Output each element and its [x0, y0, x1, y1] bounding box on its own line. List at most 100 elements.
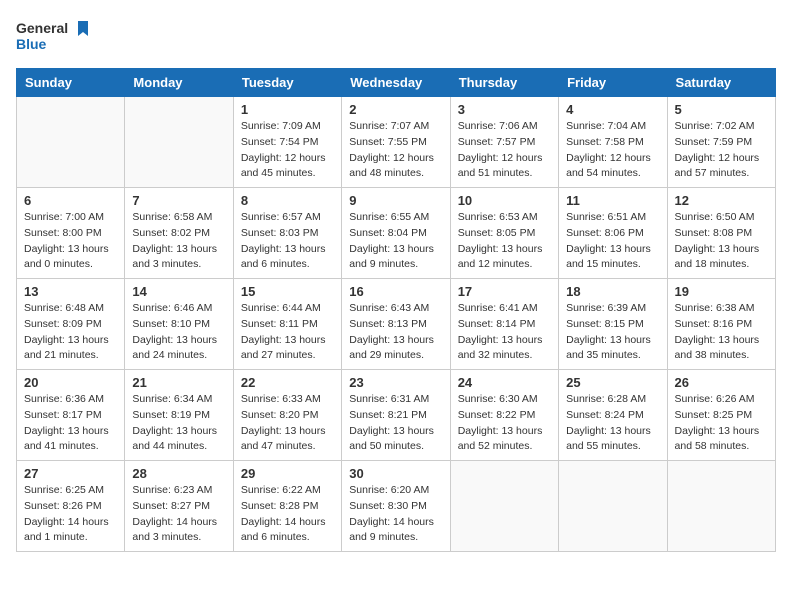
- logo: GeneralBlue: [16, 16, 96, 56]
- header: GeneralBlue: [16, 16, 776, 56]
- calendar-cell: 13 Sunrise: 6:48 AM Sunset: 8:09 PM Dayli…: [17, 279, 125, 370]
- calendar-cell: [17, 97, 125, 188]
- logo-svg: GeneralBlue: [16, 16, 96, 56]
- day-number: 14: [132, 284, 225, 299]
- calendar-cell: [559, 461, 667, 552]
- calendar-cell: 7 Sunrise: 6:58 AM Sunset: 8:02 PM Daylig…: [125, 188, 233, 279]
- calendar-cell: 30 Sunrise: 6:20 AM Sunset: 8:30 PM Dayli…: [342, 461, 450, 552]
- day-number: 15: [241, 284, 334, 299]
- day-info: Sunrise: 6:36 AM Sunset: 8:17 PM Dayligh…: [24, 392, 117, 455]
- day-info: Sunrise: 6:34 AM Sunset: 8:19 PM Dayligh…: [132, 392, 225, 455]
- day-number: 19: [675, 284, 768, 299]
- day-number: 16: [349, 284, 442, 299]
- calendar-cell: 17 Sunrise: 6:41 AM Sunset: 8:14 PM Dayli…: [450, 279, 558, 370]
- day-number: 5: [675, 102, 768, 117]
- day-number: 24: [458, 375, 551, 390]
- day-number: 1: [241, 102, 334, 117]
- calendar-cell: 5 Sunrise: 7:02 AM Sunset: 7:59 PM Daylig…: [667, 97, 775, 188]
- day-info: Sunrise: 6:41 AM Sunset: 8:14 PM Dayligh…: [458, 301, 551, 364]
- calendar-cell: 11Sunrise: 6:51 AM Sunset: 8:06 PM Dayli…: [559, 188, 667, 279]
- day-info: Sunrise: 6:31 AM Sunset: 8:21 PM Dayligh…: [349, 392, 442, 455]
- day-info: Sunrise: 7:07 AM Sunset: 7:55 PM Dayligh…: [349, 119, 442, 182]
- day-info: Sunrise: 6:25 AM Sunset: 8:26 PM Dayligh…: [24, 483, 117, 546]
- col-header-wednesday: Wednesday: [342, 69, 450, 97]
- col-header-thursday: Thursday: [450, 69, 558, 97]
- calendar-week-4: 20Sunrise: 6:36 AM Sunset: 8:17 PM Dayli…: [17, 370, 776, 461]
- day-number: 27: [24, 466, 117, 481]
- calendar-cell: 2 Sunrise: 7:07 AM Sunset: 7:55 PM Daylig…: [342, 97, 450, 188]
- calendar-cell: [667, 461, 775, 552]
- day-number: 26: [675, 375, 768, 390]
- day-info: Sunrise: 6:57 AM Sunset: 8:03 PM Dayligh…: [241, 210, 334, 273]
- calendar-cell: 29 Sunrise: 6:22 AM Sunset: 8:28 PM Dayli…: [233, 461, 341, 552]
- day-info: Sunrise: 6:43 AM Sunset: 8:13 PM Dayligh…: [349, 301, 442, 364]
- day-info: Sunrise: 6:22 AM Sunset: 8:28 PM Dayligh…: [241, 483, 334, 546]
- col-header-friday: Friday: [559, 69, 667, 97]
- calendar-cell: 10 Sunrise: 6:53 AM Sunset: 8:05 PM Dayli…: [450, 188, 558, 279]
- calendar-cell: 19 Sunrise: 6:38 AM Sunset: 8:16 PM Dayli…: [667, 279, 775, 370]
- day-info: Sunrise: 6:46 AM Sunset: 8:10 PM Dayligh…: [132, 301, 225, 364]
- calendar-cell: 3 Sunrise: 7:06 AM Sunset: 7:57 PM Daylig…: [450, 97, 558, 188]
- day-number: 29: [241, 466, 334, 481]
- day-number: 4: [566, 102, 659, 117]
- day-number: 23: [349, 375, 442, 390]
- col-header-monday: Monday: [125, 69, 233, 97]
- day-number: 2: [349, 102, 442, 117]
- calendar-cell: 16 Sunrise: 6:43 AM Sunset: 8:13 PM Dayli…: [342, 279, 450, 370]
- svg-text:General: General: [16, 20, 68, 36]
- calendar-cell: 23 Sunrise: 6:31 AM Sunset: 8:21 PM Dayli…: [342, 370, 450, 461]
- day-info: Sunrise: 6:50 AM Sunset: 8:08 PM Dayligh…: [675, 210, 768, 273]
- day-number: 25: [566, 375, 659, 390]
- calendar-cell: 9 Sunrise: 6:55 AM Sunset: 8:04 PM Daylig…: [342, 188, 450, 279]
- calendar-cell: [125, 97, 233, 188]
- col-header-saturday: Saturday: [667, 69, 775, 97]
- day-number: 8: [241, 193, 334, 208]
- calendar-week-1: 1 Sunrise: 7:09 AM Sunset: 7:54 PM Daylig…: [17, 97, 776, 188]
- day-info: Sunrise: 6:28 AM Sunset: 8:24 PM Dayligh…: [566, 392, 659, 455]
- calendar-cell: 20Sunrise: 6:36 AM Sunset: 8:17 PM Dayli…: [17, 370, 125, 461]
- day-number: 30: [349, 466, 442, 481]
- col-header-tuesday: Tuesday: [233, 69, 341, 97]
- day-number: 7: [132, 193, 225, 208]
- calendar-cell: 25 Sunrise: 6:28 AM Sunset: 8:24 PM Dayli…: [559, 370, 667, 461]
- day-info: Sunrise: 6:20 AM Sunset: 8:30 PM Dayligh…: [349, 483, 442, 546]
- calendar-cell: 18Sunrise: 6:39 AM Sunset: 8:15 PM Dayli…: [559, 279, 667, 370]
- day-info: Sunrise: 6:33 AM Sunset: 8:20 PM Dayligh…: [241, 392, 334, 455]
- day-info: Sunrise: 6:26 AM Sunset: 8:25 PM Dayligh…: [675, 392, 768, 455]
- day-number: 9: [349, 193, 442, 208]
- calendar-cell: 24Sunrise: 6:30 AM Sunset: 8:22 PM Dayli…: [450, 370, 558, 461]
- day-info: Sunrise: 7:09 AM Sunset: 7:54 PM Dayligh…: [241, 119, 334, 182]
- day-number: 28: [132, 466, 225, 481]
- day-info: Sunrise: 6:39 AM Sunset: 8:15 PM Dayligh…: [566, 301, 659, 364]
- calendar-table: SundayMondayTuesdayWednesdayThursdayFrid…: [16, 68, 776, 552]
- calendar-cell: 28 Sunrise: 6:23 AM Sunset: 8:27 PM Dayli…: [125, 461, 233, 552]
- day-info: Sunrise: 7:06 AM Sunset: 7:57 PM Dayligh…: [458, 119, 551, 182]
- calendar-cell: 8 Sunrise: 6:57 AM Sunset: 8:03 PM Daylig…: [233, 188, 341, 279]
- day-info: Sunrise: 6:53 AM Sunset: 8:05 PM Dayligh…: [458, 210, 551, 273]
- day-info: Sunrise: 6:38 AM Sunset: 8:16 PM Dayligh…: [675, 301, 768, 364]
- day-info: Sunrise: 7:04 AM Sunset: 7:58 PM Dayligh…: [566, 119, 659, 182]
- day-number: 17: [458, 284, 551, 299]
- calendar-cell: 27 Sunrise: 6:25 AM Sunset: 8:26 PM Dayli…: [17, 461, 125, 552]
- day-info: Sunrise: 6:51 AM Sunset: 8:06 PM Dayligh…: [566, 210, 659, 273]
- calendar-week-3: 13 Sunrise: 6:48 AM Sunset: 8:09 PM Dayli…: [17, 279, 776, 370]
- day-number: 22: [241, 375, 334, 390]
- calendar-cell: 21 Sunrise: 6:34 AM Sunset: 8:19 PM Dayli…: [125, 370, 233, 461]
- day-info: Sunrise: 6:23 AM Sunset: 8:27 PM Dayligh…: [132, 483, 225, 546]
- day-number: 10: [458, 193, 551, 208]
- day-number: 6: [24, 193, 117, 208]
- calendar-cell: 14 Sunrise: 6:46 AM Sunset: 8:10 PM Dayli…: [125, 279, 233, 370]
- calendar-cell: 12Sunrise: 6:50 AM Sunset: 8:08 PM Dayli…: [667, 188, 775, 279]
- day-info: Sunrise: 6:55 AM Sunset: 8:04 PM Dayligh…: [349, 210, 442, 273]
- day-info: Sunrise: 6:48 AM Sunset: 8:09 PM Dayligh…: [24, 301, 117, 364]
- day-number: 13: [24, 284, 117, 299]
- calendar-cell: 15Sunrise: 6:44 AM Sunset: 8:11 PM Dayli…: [233, 279, 341, 370]
- calendar-cell: 22 Sunrise: 6:33 AM Sunset: 8:20 PM Dayli…: [233, 370, 341, 461]
- day-info: Sunrise: 7:02 AM Sunset: 7:59 PM Dayligh…: [675, 119, 768, 182]
- day-info: Sunrise: 6:58 AM Sunset: 8:02 PM Dayligh…: [132, 210, 225, 273]
- day-number: 21: [132, 375, 225, 390]
- day-number: 3: [458, 102, 551, 117]
- calendar-header-row: SundayMondayTuesdayWednesdayThursdayFrid…: [17, 69, 776, 97]
- calendar-week-2: 6Sunrise: 7:00 AM Sunset: 8:00 PM Daylig…: [17, 188, 776, 279]
- calendar-week-5: 27 Sunrise: 6:25 AM Sunset: 8:26 PM Dayli…: [17, 461, 776, 552]
